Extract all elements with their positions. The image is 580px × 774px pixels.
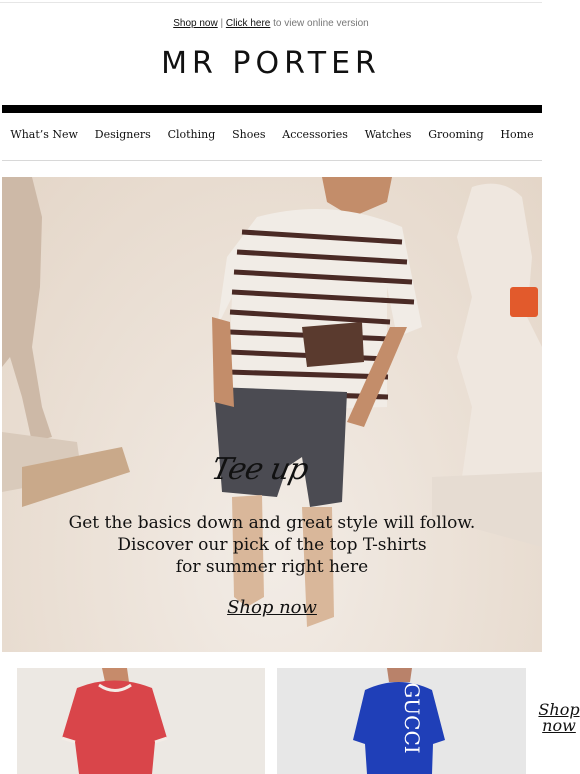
nav-item-grooming[interactable]: Grooming — [428, 128, 483, 141]
preheader-shop-now-link[interactable]: Shop now — [173, 18, 217, 29]
brand-logo[interactable]: MR PORTER — [0, 46, 542, 81]
header-bar — [2, 105, 542, 113]
right-statue-graphic — [432, 183, 542, 547]
gucci-tee-image: GUCCI — [353, 668, 445, 774]
product-card-gucci-tee[interactable]: GUCCI — [277, 668, 526, 774]
preheader-click-here-link[interactable]: Click here — [226, 18, 270, 29]
hero-tagline-line-1: Get the basics down and great style will… — [68, 513, 476, 533]
top-divider — [0, 2, 542, 3]
hero-tagline-line-3: for summer right here — [175, 557, 369, 577]
products-shop-now-link[interactable]: Shop now — [538, 702, 580, 734]
nav-item-accessories[interactable]: Accessories — [282, 128, 348, 141]
preheader: Shop now | Click here to view online ver… — [0, 18, 542, 29]
hero-script-title: Tee up — [208, 452, 311, 487]
hero-shop-now-link[interactable]: Shop now — [2, 597, 542, 618]
nav-item-shoes[interactable]: Shoes — [232, 128, 265, 141]
nav-item-watches[interactable]: Watches — [365, 128, 412, 141]
hero-tagline-line-2: Discover our pick of the top T-shirts — [117, 535, 427, 555]
left-statue-graphic — [2, 177, 130, 507]
nav-item-home[interactable]: Home — [500, 128, 533, 141]
hero-banner[interactable]: Tee up Get the basics down and great sty… — [2, 177, 542, 652]
main-nav: What’s New Designers Clothing Shoes Acce… — [2, 128, 542, 141]
nav-divider — [2, 160, 542, 161]
preheader-separator: | — [220, 18, 224, 29]
nav-item-designers[interactable]: Designers — [95, 128, 151, 141]
nav-item-whats-new[interactable]: What’s New — [10, 128, 78, 141]
product-card-red-tee[interactable] — [17, 668, 265, 774]
red-tee-image — [61, 668, 168, 774]
hero-image — [2, 177, 542, 627]
hero-tagline: Get the basics down and great style will… — [2, 512, 542, 578]
nav-item-clothing[interactable]: Clothing — [168, 128, 216, 141]
gucci-print-text: GUCCI — [400, 682, 424, 753]
preheader-suffix: to view online version — [273, 18, 369, 29]
